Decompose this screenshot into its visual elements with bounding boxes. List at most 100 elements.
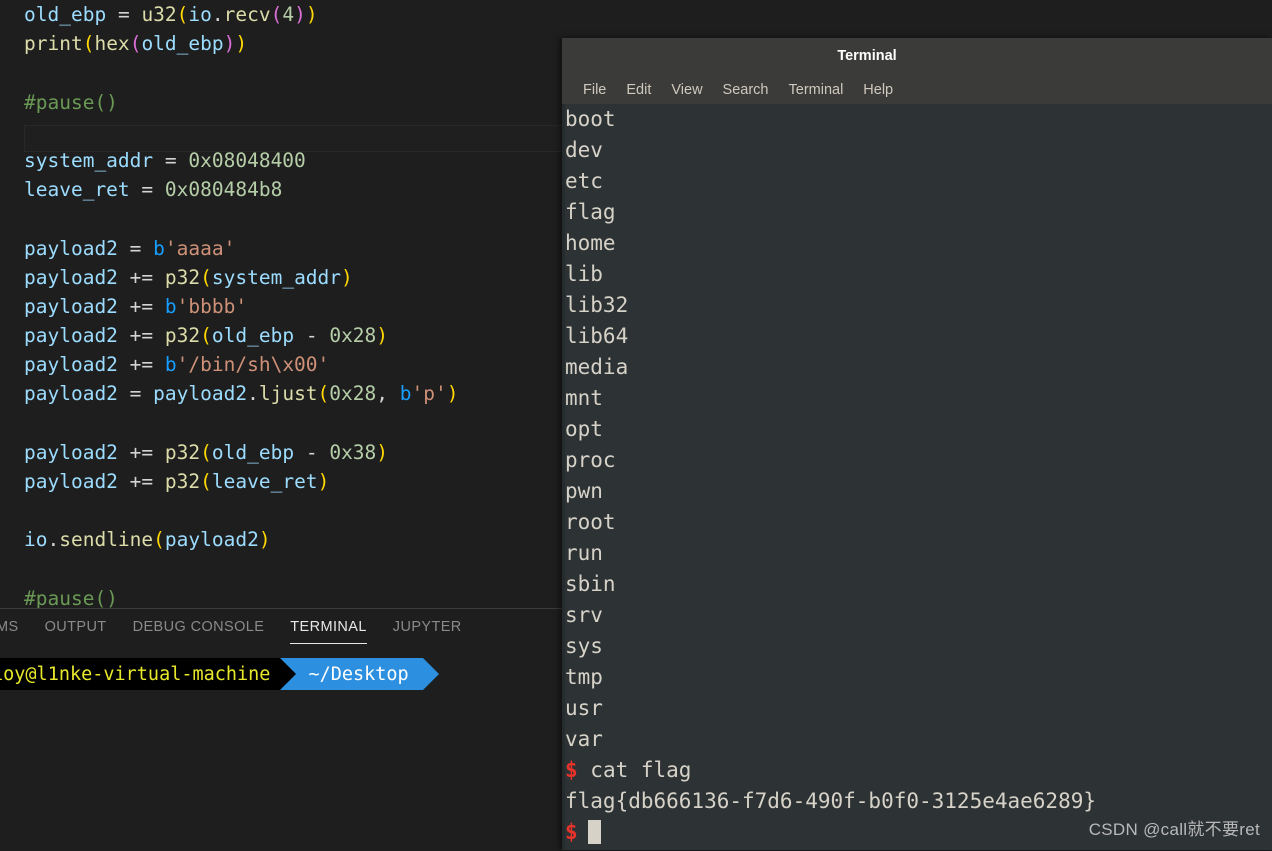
menu-item-help[interactable]: Help xyxy=(853,79,903,101)
code-token: = xyxy=(164,148,177,172)
code-token: hex xyxy=(94,32,130,56)
tab-jupyter[interactable]: JUPYTER xyxy=(380,610,475,645)
menu-item-terminal[interactable]: Terminal xyxy=(779,79,854,101)
terminal-prompt-symbol: $ xyxy=(565,758,591,782)
code-token: ( xyxy=(153,528,165,552)
terminal-output-text: opt xyxy=(565,417,603,441)
terminal-line: proc xyxy=(565,445,1096,476)
menu-item-view[interactable]: View xyxy=(661,79,712,101)
terminal-line: mnt xyxy=(565,383,1096,414)
code-token: recv xyxy=(223,3,271,26)
code-content[interactable]: old_ebp = u32(io.recv(4)) print(hex(old_e… xyxy=(24,0,458,608)
code-token: ( xyxy=(200,440,212,464)
powerline-separator-end-icon xyxy=(422,658,439,690)
code-token: io xyxy=(188,3,212,26)
terminal-line: var xyxy=(565,724,1096,755)
terminal-output-text: sbin xyxy=(565,572,616,596)
code-token: payload2 xyxy=(24,353,118,377)
code-token: - xyxy=(305,324,318,348)
code-token: 'bbbb' xyxy=(176,294,248,318)
terminal-line: flag{db666136-f7d6-490f-b0f0-3125e4ae628… xyxy=(565,786,1096,817)
code-token: 0x28 xyxy=(329,324,377,348)
terminal-line: flag xyxy=(565,197,1096,228)
tab-terminal[interactable]: TERMINAL xyxy=(277,610,380,645)
terminal-output-area[interactable]: boot dev etc flag home lib lib32 lib64 media mnt o… xyxy=(562,104,1272,850)
code-line: payload2 += p32(old_ebp - 0x28) xyxy=(24,321,458,350)
menu-item-file[interactable]: File xyxy=(573,79,616,101)
code-token: ) xyxy=(305,3,318,26)
code-token: ) xyxy=(341,265,353,289)
code-token: sendline xyxy=(59,528,154,552)
code-line: payload2 = b'aaaa' xyxy=(24,234,458,263)
terminal-output-text: pwn xyxy=(565,479,603,503)
code-token: ) xyxy=(446,382,459,406)
terminal-line: $ xyxy=(565,817,1096,848)
menu-item-edit[interactable]: Edit xyxy=(616,79,661,101)
code-token: payload2 xyxy=(24,470,118,493)
terminal-menubar[interactable]: File Edit View Search Terminal Help xyxy=(562,75,1272,104)
menu-item-search[interactable]: Search xyxy=(713,79,779,101)
terminal-output-text: lib64 xyxy=(565,324,629,348)
terminal-output-text: home xyxy=(565,231,616,255)
terminal-titlebar[interactable]: Terminal xyxy=(562,38,1272,75)
code-token: ( xyxy=(82,32,95,56)
terminal-output-text: boot xyxy=(565,107,616,131)
code-token: old_ebp xyxy=(24,3,107,26)
code-token: += xyxy=(129,470,154,493)
code-token: 'p' xyxy=(411,382,447,406)
tab-output[interactable]: OUTPUT xyxy=(32,610,120,645)
terminal-prompt-symbol: $ xyxy=(565,820,578,844)
code-token: payload2 xyxy=(24,324,118,348)
code-token: ( xyxy=(200,265,212,289)
code-line: payload2 += b'bbbb' xyxy=(24,292,458,321)
terminal-lines: boot dev etc flag home lib lib32 lib64 media mnt o… xyxy=(565,104,1096,848)
terminal-output-text: etc xyxy=(565,169,603,193)
terminal-output-text: sys xyxy=(565,634,603,658)
panel-tab-bar[interactable]: MS OUTPUT DEBUG CONSOLE TERMINAL JUPYTER xyxy=(0,609,475,646)
terminal-window[interactable]: Terminal File Edit View Search Terminal Help … xyxy=(562,38,1272,850)
code-token: += xyxy=(129,324,154,348)
code-token: ( xyxy=(317,382,330,406)
code-token: ) xyxy=(258,528,271,552)
code-line: payload2 += p32(old_ebp - 0x38) xyxy=(24,438,458,467)
code-token: ) xyxy=(294,3,306,26)
terminal-line: sys xyxy=(565,631,1096,662)
code-token: system_addr xyxy=(24,148,154,172)
code-token: #pause() xyxy=(24,90,118,114)
prompt-user-host: ioy@l1nke-virtual-machine xyxy=(0,658,281,690)
code-token: old_ebp xyxy=(211,440,295,464)
terminal-line: etc xyxy=(565,166,1096,197)
code-token: system_addr xyxy=(211,265,342,289)
tab-problems[interactable]: MS xyxy=(0,610,32,645)
code-token: b xyxy=(153,236,165,260)
code-token: payload2 xyxy=(24,382,118,406)
terminal-window-title: Terminal xyxy=(837,48,897,64)
code-token: b xyxy=(399,382,412,406)
code-line: #pause() xyxy=(24,88,458,117)
code-token: payload2 xyxy=(153,382,248,406)
prompt-path: ~/Desktop xyxy=(296,658,423,690)
terminal-line: lib32 xyxy=(565,290,1096,321)
code-token: payload2 xyxy=(164,528,259,552)
tab-debug-console[interactable]: DEBUG CONSOLE xyxy=(120,610,278,645)
code-token: p32 xyxy=(164,470,201,493)
